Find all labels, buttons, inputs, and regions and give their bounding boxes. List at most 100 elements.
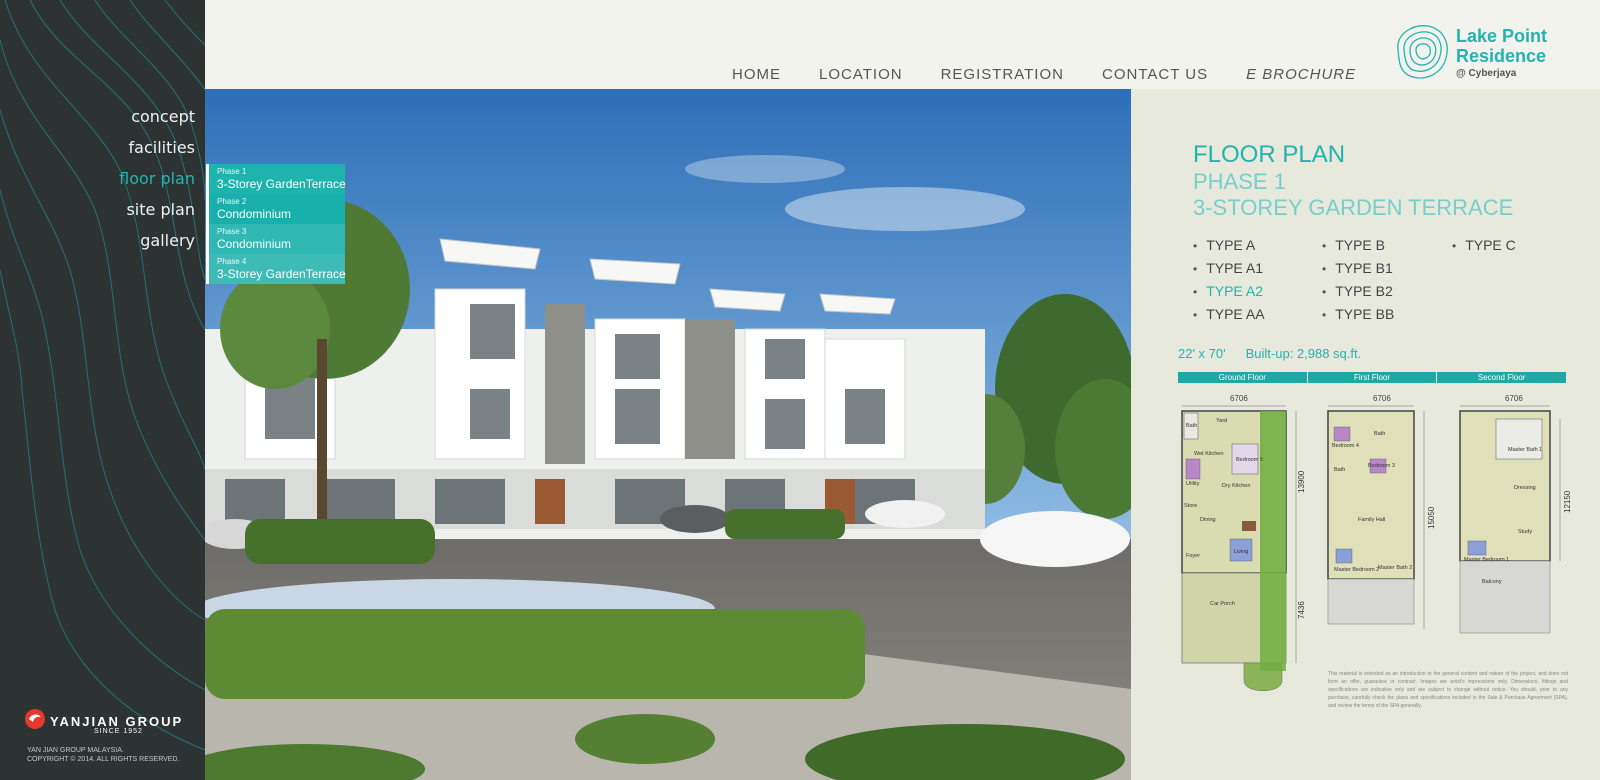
type-c-label: TYPE C bbox=[1465, 237, 1516, 253]
room-family-hall: Family Hall bbox=[1358, 517, 1385, 523]
porch-depth-dim: 7436 bbox=[1297, 601, 1306, 619]
room-bath-g: Bath bbox=[1186, 423, 1197, 429]
type-b2-label: TYPE B2 bbox=[1335, 283, 1393, 299]
room-master-bath-2: Master Bath 2 bbox=[1378, 565, 1412, 571]
room-bath-f1: Bath bbox=[1374, 431, 1385, 437]
room-dressing: Dressing bbox=[1514, 485, 1536, 491]
room-dry-kitchen: Dry Kitchen bbox=[1222, 483, 1250, 489]
second-floor-plan: Master Bath 1 Dressing Study Master Bedr… bbox=[1459, 410, 1572, 634]
disclaimer: This material is intended as an introduc… bbox=[1328, 671, 1568, 709]
first-depth-dim: 15050 bbox=[1427, 506, 1436, 529]
room-bath-f2: Bath bbox=[1334, 467, 1345, 473]
type-aa-link[interactable]: • TYPE AA bbox=[1193, 303, 1265, 326]
logo-name: YANJIAN GROUP bbox=[50, 714, 184, 729]
first-floor-plan: Bedroom 4 Bath Bath Bedroom 3 Family Hal… bbox=[1327, 410, 1436, 629]
first-width-dim: 6706 bbox=[1373, 394, 1391, 403]
nav-home[interactable]: HOME bbox=[732, 66, 781, 83]
size-line: 22' x 70' Built-up: 2,988 sq.ft. bbox=[1178, 346, 1361, 361]
phase-1-item[interactable]: Phase 1 3-Storey GardenTerrace bbox=[206, 164, 346, 194]
ground-width-dim: 6706 bbox=[1230, 394, 1248, 403]
type-c-link[interactable]: • TYPE C bbox=[1452, 234, 1516, 257]
second-width-dim: 6706 bbox=[1505, 394, 1523, 403]
room-foyer: Foyer bbox=[1186, 553, 1200, 559]
yanjian-emblem-icon bbox=[25, 709, 45, 729]
phase-2-name: Condominium bbox=[217, 207, 292, 221]
room-living: Living bbox=[1234, 549, 1248, 555]
phase-2-item[interactable]: Phase 2 Condominium bbox=[206, 194, 345, 224]
nav-registration[interactable]: REGISTRATION bbox=[941, 66, 1064, 83]
room-car-porch: Car Porch bbox=[1210, 601, 1235, 607]
room-bedroom-3: Bedroom 3 bbox=[1368, 463, 1395, 469]
type-a-link[interactable]: • TYPE A bbox=[1193, 234, 1265, 257]
room-wet-kitchen: Wet Kitchen bbox=[1194, 451, 1224, 457]
brand-line-3: @ Cyberjaya bbox=[1456, 68, 1517, 79]
top-bar: HOME LOCATION REGISTRATION CONTACT US E … bbox=[205, 0, 1600, 89]
phase-3-name: Condominium bbox=[217, 237, 292, 251]
phase-4-name: 3-Storey GardenTerrace bbox=[217, 267, 346, 281]
type-list-col-2: • TYPE B • TYPE B1 • TYPE B2 • TYPE BB bbox=[1322, 234, 1394, 326]
phase-1-name: 3-Storey GardenTerrace bbox=[217, 177, 346, 191]
phase-3-item[interactable]: Phase 3 Condominium bbox=[206, 224, 345, 254]
room-master-bedroom-1: Master Bedroom 1 bbox=[1464, 557, 1509, 563]
phase-menu: Phase 1 3-Storey GardenTerrace Phase 2 C… bbox=[206, 164, 346, 284]
side-nav-facilities[interactable]: facilities bbox=[119, 137, 195, 168]
side-nav-floor-plan[interactable]: floor plan bbox=[119, 168, 195, 199]
phase-1-label: Phase 1 bbox=[217, 167, 247, 176]
type-a1-label: TYPE A1 bbox=[1206, 260, 1264, 276]
type-b1-label: TYPE B1 bbox=[1335, 260, 1393, 276]
side-nav-gallery[interactable]: gallery bbox=[119, 230, 195, 261]
floor-plans-drawing: 6706 6706 6706 Yard Bath Wet Kitchen Bed… bbox=[1181, 394, 1572, 691]
brand-line-2: Residence bbox=[1456, 46, 1547, 66]
floor-plan-type: 3-STOREY GARDEN TERRACE bbox=[1193, 195, 1514, 220]
phase-3-label: Phase 3 bbox=[217, 227, 247, 236]
copyright: YAN JIAN GROUP MALAYSIA. COPYRIGHT © 201… bbox=[27, 746, 179, 764]
type-a2-link[interactable]: • TYPE A2 bbox=[1193, 280, 1265, 303]
phase-2-label: Phase 2 bbox=[217, 197, 247, 206]
brand-line-1: Lake Point bbox=[1456, 26, 1548, 46]
second-depth-dim: 12150 bbox=[1563, 490, 1572, 513]
tab-ground-floor[interactable]: Ground Floor bbox=[1178, 372, 1308, 383]
room-study: Study bbox=[1518, 529, 1532, 535]
type-bb-link[interactable]: • TYPE BB bbox=[1322, 303, 1394, 326]
room-master-bath-1: Master Bath 1 bbox=[1508, 447, 1542, 453]
type-list-col-1: • TYPE A • TYPE A1 • TYPE A2 • TYPE AA bbox=[1193, 234, 1265, 326]
nav-e-brochure[interactable]: E BROCHURE bbox=[1246, 66, 1356, 83]
room-dining: Dining bbox=[1200, 517, 1216, 523]
brand-logo[interactable]: Lake Point Residence @ Cyberjaya bbox=[1390, 20, 1590, 85]
type-aa-label: TYPE AA bbox=[1206, 306, 1265, 322]
floor-plan-panel: FLOOR PLAN PHASE 1 3-STOREY GARDEN TERRA… bbox=[1131, 89, 1600, 780]
yanjian-logo: YANJIAN GROUP SINCE 1952 bbox=[24, 708, 181, 737]
type-bb-label: TYPE BB bbox=[1335, 306, 1395, 322]
type-b-label: TYPE B bbox=[1335, 237, 1385, 253]
phase-4-label: Phase 4 bbox=[217, 257, 247, 266]
top-nav: HOME LOCATION REGISTRATION CONTACT US E … bbox=[732, 66, 1394, 83]
room-utility: Utility bbox=[1186, 481, 1200, 487]
room-yard: Yard bbox=[1216, 418, 1227, 424]
room-master-bedroom-2: Master Bedroom 2 bbox=[1334, 567, 1379, 573]
phase-4-item[interactable]: Phase 4 3-Storey GardenTerrace bbox=[206, 254, 346, 284]
side-nav: concept facilities floor plan site plan … bbox=[119, 106, 195, 261]
type-b1-link[interactable]: • TYPE B1 bbox=[1322, 257, 1394, 280]
tab-first-floor[interactable]: First Floor bbox=[1308, 372, 1438, 383]
room-bedroom-4: Bedroom 4 bbox=[1332, 443, 1359, 449]
copyright-line-2: COPYRIGHT © 2014. ALL RIGHTS RESERVED. bbox=[27, 756, 180, 763]
sidebar: concept facilities floor plan site plan … bbox=[0, 0, 205, 780]
type-a1-link[interactable]: • TYPE A1 bbox=[1193, 257, 1265, 280]
floor-plan-title: FLOOR PLAN bbox=[1193, 141, 1346, 168]
type-b-link[interactable]: • TYPE B bbox=[1322, 234, 1394, 257]
room-store: Store bbox=[1184, 503, 1197, 509]
floor-tabs: Ground Floor First Floor Second Floor bbox=[1178, 372, 1566, 383]
side-nav-concept[interactable]: concept bbox=[119, 106, 195, 137]
tab-second-floor[interactable]: Second Floor bbox=[1437, 372, 1566, 383]
lot-size: 22' x 70' bbox=[1178, 346, 1226, 361]
floor-plan-phase: PHASE 1 bbox=[1193, 169, 1286, 194]
type-b2-link[interactable]: • TYPE B2 bbox=[1322, 280, 1394, 303]
ground-depth-dim: 13900 bbox=[1297, 470, 1306, 493]
built-up: Built-up: 2,988 sq.ft. bbox=[1245, 346, 1362, 361]
nav-contact-us[interactable]: CONTACT US bbox=[1102, 66, 1208, 83]
side-nav-site-plan[interactable]: site plan bbox=[119, 199, 195, 230]
logo-since: SINCE 1952 bbox=[94, 728, 143, 735]
type-a-label: TYPE A bbox=[1206, 237, 1256, 253]
nav-location[interactable]: LOCATION bbox=[819, 66, 903, 83]
copyright-line-1: YAN JIAN GROUP MALAYSIA. bbox=[27, 747, 124, 754]
